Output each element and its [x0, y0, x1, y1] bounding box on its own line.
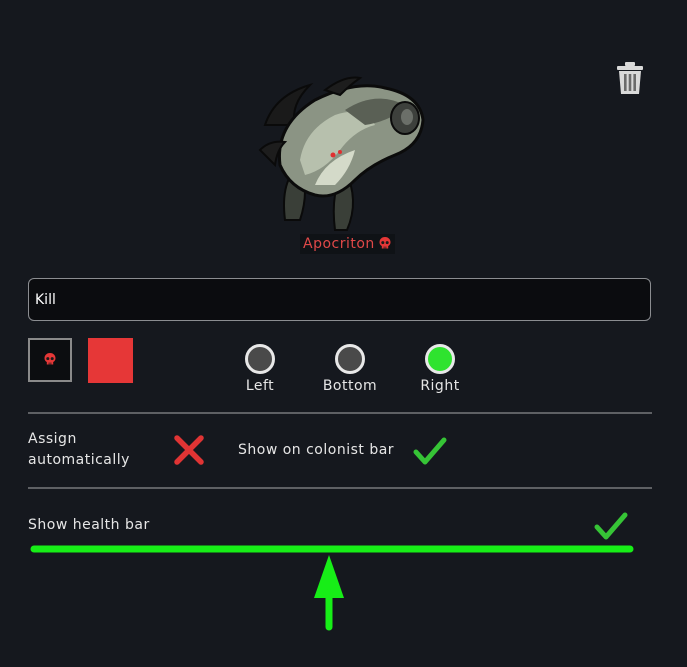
show-on-colonist-bar-label: Show on colonist bar — [238, 442, 395, 458]
checkmark-icon — [413, 437, 447, 465]
checkmark-icon — [594, 512, 628, 540]
radio-bottom[interactable] — [335, 344, 365, 374]
pawn-name: Apocriton — [303, 236, 375, 252]
show-health-bar-label: Show health bar — [28, 517, 150, 533]
radio-left[interactable] — [245, 344, 275, 374]
divider — [28, 487, 652, 489]
pawn-name-label: Apocriton — [300, 234, 395, 254]
radio-left-label: Left — [245, 378, 275, 394]
cross-icon — [174, 435, 204, 465]
color-picker-swatch[interactable] — [88, 338, 133, 383]
assign-automatically-label: Assign automatically — [28, 429, 130, 471]
assign-automatically-line1: Assign — [28, 431, 77, 447]
radio-bottom-label: Bottom — [322, 378, 378, 394]
skull-icon — [378, 235, 392, 254]
name-input[interactable] — [28, 278, 651, 321]
assign-automatically-line2: automatically — [28, 452, 130, 468]
delete-button[interactable] — [616, 61, 644, 95]
trash-icon — [617, 62, 643, 94]
divider — [28, 412, 652, 414]
skull-icon — [43, 351, 57, 370]
icon-selector-button[interactable] — [28, 338, 72, 382]
show-on-colonist-bar-toggle[interactable] — [412, 435, 448, 467]
assign-automatically-toggle[interactable] — [172, 433, 206, 467]
radio-right[interactable] — [425, 344, 455, 374]
show-health-bar-toggle[interactable] — [593, 510, 629, 542]
pawn-portrait — [255, 70, 425, 240]
annotation-overlay — [30, 543, 636, 633]
up-arrow-icon — [30, 545, 634, 631]
radio-right-label: Right — [420, 378, 460, 394]
